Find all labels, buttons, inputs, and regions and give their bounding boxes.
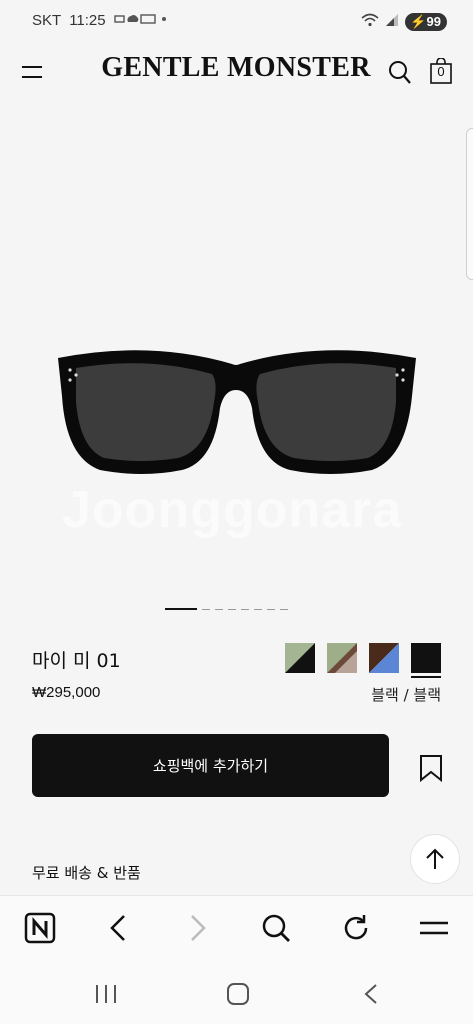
carousel-dot[interactable] — [215, 608, 223, 610]
back-icon[interactable] — [362, 983, 380, 1009]
menu-icon[interactable] — [418, 912, 450, 948]
carousel-dot[interactable] — [202, 608, 210, 610]
status-right: ⚡99 — [361, 12, 447, 31]
wifi-icon — [361, 12, 379, 31]
hamburger-menu-icon[interactable] — [22, 66, 42, 80]
search-icon[interactable] — [260, 912, 292, 948]
forward-icon[interactable] — [186, 912, 210, 948]
scroll-to-top-button[interactable] — [410, 834, 460, 884]
green-black-swatch[interactable] — [285, 643, 315, 673]
clock: 11:25 — [69, 12, 106, 29]
back-icon[interactable] — [106, 912, 130, 948]
shipping-returns-link[interactable]: 무료 배송 & 반품 — [32, 862, 141, 883]
product-name: 마이 미 01 — [32, 650, 121, 672]
recents-icon[interactable] — [94, 983, 118, 1009]
brand-logo[interactable]: GENTLE MONSTER — [100, 52, 372, 84]
carousel-dot[interactable] — [228, 608, 236, 610]
battery-level: 99 — [426, 13, 441, 29]
battery-badge: ⚡99 — [405, 12, 447, 31]
system-nav-bar — [0, 965, 473, 1024]
add-to-bag-button[interactable]: 쇼핑백에 추가하기 — [32, 734, 389, 797]
color-swatches — [285, 643, 441, 678]
bookmark-icon[interactable] — [419, 754, 443, 786]
product-price: ₩295,000 — [32, 684, 101, 701]
product-image[interactable]: Joonggonara — [0, 102, 473, 622]
naver-icon[interactable] — [24, 912, 56, 948]
shopping-bag-icon[interactable]: 0 — [430, 58, 452, 84]
page-scrollbar[interactable] — [466, 128, 473, 280]
carousel-dot[interactable] — [254, 608, 262, 610]
watermark: Joonggonara — [62, 481, 403, 539]
carousel-dot[interactable] — [241, 608, 249, 610]
sunglasses-image — [58, 350, 416, 474]
browser-toolbar — [0, 895, 473, 965]
search-icon[interactable] — [388, 60, 412, 90]
notification-icon — [113, 13, 168, 28]
status-bar: SKT 11:25 ⚡99 — [0, 0, 473, 44]
reload-icon[interactable] — [340, 912, 372, 948]
brown-blue-swatch[interactable] — [369, 643, 399, 673]
battery-bolt-icon: ⚡ — [410, 13, 427, 29]
cart-count: 0 — [437, 64, 445, 79]
add-to-bag-label: 쇼핑백에 추가하기 — [152, 757, 269, 775]
carousel-dot[interactable] — [267, 608, 275, 610]
signal-icon — [385, 12, 399, 31]
arrow-up-icon — [426, 848, 444, 869]
black-swatch[interactable] — [411, 643, 441, 678]
site-header: GENTLE MONSTER 0 — [0, 44, 473, 102]
selected-color-label: 블랙 / 블랙 — [371, 686, 441, 704]
carousel-dot[interactable] — [165, 608, 197, 610]
carrier: SKT — [32, 12, 62, 29]
carousel-dot[interactable] — [280, 608, 288, 610]
status-left: SKT 11:25 — [32, 12, 168, 29]
home-icon[interactable] — [226, 983, 250, 1009]
carousel-indicator — [165, 608, 288, 610]
green-brown-swatch[interactable] — [327, 643, 357, 673]
